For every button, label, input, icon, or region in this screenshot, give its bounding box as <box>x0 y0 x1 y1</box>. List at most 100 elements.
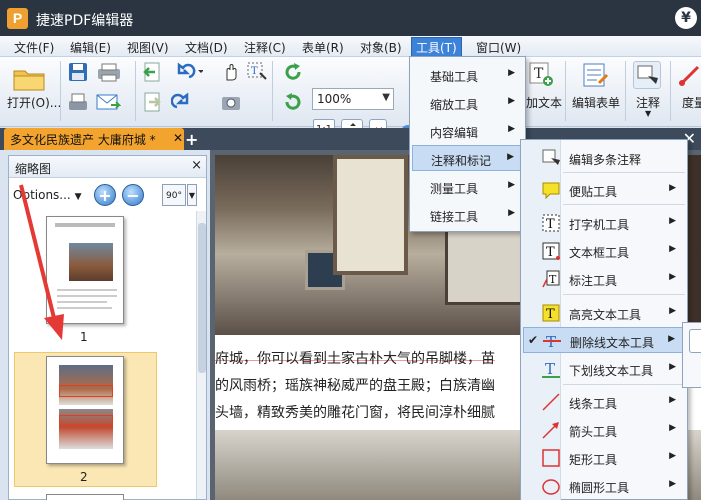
menu-item-callout[interactable]: T 标注工具 ▶ <box>523 266 686 292</box>
strikeout-text-icon: T <box>542 331 562 351</box>
add-text-icon[interactable]: T <box>528 61 554 87</box>
doc-text-line-3[interactable]: 头墙，精致秀美的雕花门窗，将民间淳朴细腻 <box>215 402 495 422</box>
chevron-down-icon[interactable]: ▼ <box>187 184 197 206</box>
add-text-label[interactable]: 加文本 <box>526 94 562 111</box>
page-number-1: 1 <box>80 330 88 344</box>
menu-item-measure-tools[interactable]: 测量工具 ▶ <box>412 174 523 200</box>
highlight-text-icon: T <box>541 303 561 323</box>
menu-item-underline-text[interactable]: T 下划线文本工具 ▶ <box>523 356 686 382</box>
measure-label[interactable]: 度量 <box>682 94 701 111</box>
chevron-right-icon: ▶ <box>668 334 675 344</box>
redo-icon[interactable] <box>170 91 203 113</box>
menu-item-highlight-text[interactable]: T 高亮文本工具 ▶ <box>523 300 686 326</box>
hand-tool-icon[interactable] <box>220 61 242 83</box>
menu-item-sticky-note[interactable]: 便贴工具 ▶ <box>523 177 686 203</box>
chevron-right-icon: ▶ <box>507 152 514 162</box>
menu-item-link-tools[interactable]: 链接工具 ▶ <box>412 202 523 228</box>
save-icon[interactable] <box>67 61 89 83</box>
doc-text-line-1[interactable]: 府城，你可以看到土家古朴大气的吊脚楼，苗 <box>215 348 495 368</box>
page-thumbnail-1[interactable] <box>46 216 124 324</box>
chevron-right-icon: ▶ <box>669 183 676 193</box>
underline-text-icon: T <box>541 359 561 379</box>
svg-text:T: T <box>251 66 258 77</box>
currency-icon[interactable]: ¥ <box>675 7 697 29</box>
menu-tools[interactable]: 工具(T) <box>411 37 462 58</box>
menu-comment[interactable]: 注释(C) <box>240 38 290 57</box>
menu-item-basic-tools[interactable]: 基础工具 ▶ <box>412 62 523 88</box>
chevron-down-icon: ▼ <box>74 192 82 202</box>
scrollbar-thumb[interactable] <box>198 223 206 373</box>
zoom-in-icon[interactable]: + <box>94 184 116 206</box>
menu-document[interactable]: 文档(D) <box>181 38 232 57</box>
thumbnail-panel-header: 缩略图 × <box>9 156 206 178</box>
line-icon <box>541 392 561 412</box>
measure-icon[interactable] <box>678 61 701 89</box>
open-folder-icon[interactable] <box>12 63 46 93</box>
menu-form[interactable]: 表单(R) <box>298 38 348 57</box>
doc-text-line-2[interactable]: 的风雨桥；瑶族神秘威严的盘王殿；白族清幽 <box>215 375 495 395</box>
menu-item-label: 基础工具 <box>430 70 479 84</box>
email-icon[interactable] <box>95 91 122 113</box>
zoom-out-icon[interactable]: − <box>122 184 144 206</box>
menu-item-typewriter[interactable]: T 打字机工具 ▶ <box>523 210 686 236</box>
document-tab[interactable]: 多文化民族遗产 大庸府城 * ✕ <box>4 128 184 150</box>
scan-icon[interactable] <box>67 91 89 113</box>
chevron-right-icon: ▶ <box>669 272 676 282</box>
menu-item-annotations-markup[interactable]: 注释和标记 ▶ <box>412 145 523 171</box>
menu-item-label: 打字机工具 <box>569 218 630 232</box>
menu-item-rectangle[interactable]: 矩形工具 ▶ <box>523 445 686 471</box>
menu-bar: 文件(F) 编辑(E) 视图(V) 文档(D) 注释(C) 表单(R) 对象(B… <box>0 36 701 58</box>
rotate-clockwise-icon[interactable] <box>282 61 304 83</box>
menu-item-label: 缩放工具 <box>430 98 479 112</box>
annotate-dropdown-icon[interactable]: ▼ <box>645 109 651 118</box>
menu-item-content-edit[interactable]: 内容编辑 ▶ <box>412 118 523 144</box>
thumbnail-panel-title: 缩略图 <box>15 162 52 176</box>
zoom-value: 100% <box>317 92 352 106</box>
add-tab-icon[interactable]: + <box>185 130 198 149</box>
page-forward-icon[interactable] <box>141 91 163 113</box>
close-icon[interactable]: ✕ <box>173 131 183 145</box>
thumbnail-scrollbar[interactable] <box>196 211 206 499</box>
snapshot-icon[interactable] <box>220 91 242 113</box>
page-thumbnail-3[interactable] <box>46 494 124 500</box>
select-text-icon[interactable]: T <box>246 61 268 83</box>
chevron-right-icon: ▶ <box>508 208 515 218</box>
menu-item-label: 内容编辑 <box>430 126 479 140</box>
menu-edit[interactable]: 编辑(E) <box>66 38 115 57</box>
svg-text:T: T <box>545 360 555 378</box>
menu-object[interactable]: 对象(B) <box>356 38 406 57</box>
app-logo: P <box>7 8 28 29</box>
rotate-thumbnail-button[interactable]: 90° <box>162 184 186 206</box>
menu-item-arrow[interactable]: 箭头工具 ▶ <box>523 417 686 443</box>
menu-item-label: 链接工具 <box>430 210 479 224</box>
page-thumbnail-2[interactable] <box>46 356 124 464</box>
edit-form-label[interactable]: 编辑表单 <box>572 94 620 111</box>
page-back-icon[interactable] <box>141 61 163 83</box>
annotate-icon[interactable] <box>633 61 661 89</box>
menu-item-strikeout-text[interactable]: ✔ T 删除线文本工具 ▶ <box>523 327 686 353</box>
options-dropdown[interactable]: Options... ▼ <box>13 188 82 202</box>
menu-item-zoom-tools[interactable]: 缩放工具 ▶ <box>412 90 523 116</box>
close-icon[interactable]: × <box>191 158 202 173</box>
zoom-select[interactable]: 100% ▼ <box>312 88 394 110</box>
edit-form-icon[interactable] <box>581 61 609 89</box>
menu-item-ellipse[interactable]: 椭圆形工具 ▶ <box>523 473 686 499</box>
tools-menu: 基础工具 ▶ 缩放工具 ▶ 内容编辑 ▶ 注释和标记 ▶ 测量工具 ▶ 链接工具 ▶ <box>409 56 526 232</box>
strikeout-submenu-option[interactable] <box>689 329 701 353</box>
menu-window[interactable]: 窗口(W) <box>472 38 525 57</box>
annotations-submenu: 编辑多条注释 便贴工具 ▶ T 打字机工具 ▶ T 文本框工具 ▶ T 标注工具 ▶ T… <box>520 139 688 500</box>
menu-item-edit-multiple-annotations[interactable]: 编辑多条注释 <box>523 145 686 171</box>
menu-item-textbox[interactable]: T 文本框工具 ▶ <box>523 238 686 264</box>
open-label[interactable]: 打开(O)... <box>7 94 61 111</box>
title-bar: P 捷速PDF编辑器 ¥ <box>0 0 701 36</box>
rotate-counter-icon[interactable] <box>282 91 304 113</box>
strikeout-submenu <box>682 322 701 388</box>
typewriter-icon: T <box>541 213 561 233</box>
undo-icon[interactable] <box>171 61 204 83</box>
menu-view[interactable]: 视图(V) <box>123 38 173 57</box>
menu-file[interactable]: 文件(F) <box>10 38 58 57</box>
sticky-note-icon <box>541 180 561 200</box>
print-icon[interactable] <box>95 61 123 83</box>
arrow-icon <box>541 420 561 440</box>
menu-item-line[interactable]: 线条工具 ▶ <box>523 389 686 415</box>
